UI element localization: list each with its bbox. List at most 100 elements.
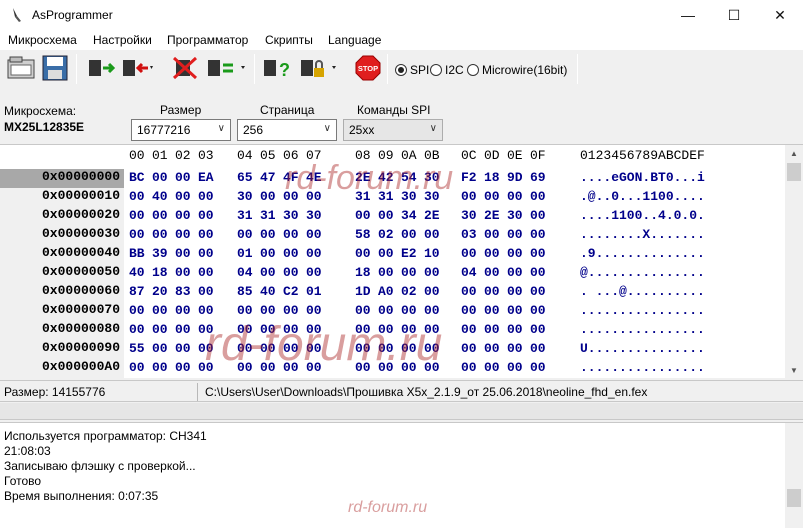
hex-byte[interactable]: 00 xyxy=(175,265,191,280)
hex-byte[interactable]: 00 xyxy=(283,246,299,261)
menu-language[interactable]: Language xyxy=(328,33,381,47)
hex-byte[interactable]: 00 xyxy=(507,227,523,242)
scroll-thumb[interactable] xyxy=(787,489,801,507)
hex-byte[interactable]: 00 xyxy=(530,322,546,337)
hex-byte[interactable]: 00 xyxy=(283,303,299,318)
hex-byte[interactable]: 00 xyxy=(175,360,191,375)
spi-radio[interactable]: SPI xyxy=(395,63,429,77)
hex-byte[interactable]: 00 xyxy=(461,303,477,318)
hex-byte[interactable]: 00 xyxy=(198,246,214,261)
hex-byte[interactable]: 01 xyxy=(237,246,253,261)
hex-byte[interactable]: 00 xyxy=(129,208,145,223)
hex-byte[interactable]: 00 xyxy=(152,227,168,242)
hex-byte[interactable]: E2 xyxy=(401,246,417,261)
hex-byte[interactable]: 00 xyxy=(175,208,191,223)
hex-byte[interactable]: 00 xyxy=(175,322,191,337)
hex-byte[interactable]: 00 xyxy=(530,284,546,299)
erase-chip-icon[interactable] xyxy=(170,54,200,82)
hex-byte[interactable]: 00 xyxy=(424,227,440,242)
hex-byte[interactable]: 00 xyxy=(355,303,371,318)
hex-byte[interactable]: 00 xyxy=(461,360,477,375)
hex-byte[interactable]: 65 xyxy=(237,170,253,185)
hex-byte[interactable]: 00 xyxy=(484,265,500,280)
hex-byte[interactable]: 00 xyxy=(306,303,322,318)
hex-byte[interactable]: EA xyxy=(198,170,214,185)
hex-byte[interactable]: 58 xyxy=(355,227,371,242)
hex-row-ascii[interactable]: ....1100..4.0.0. xyxy=(580,208,705,223)
hex-byte[interactable]: 69 xyxy=(530,170,546,185)
menu-chip[interactable]: Микросхема xyxy=(8,33,77,47)
hex-byte[interactable]: BC xyxy=(129,170,145,185)
microwire-radio[interactable]: Microwire(16bit) xyxy=(467,63,567,77)
hex-byte[interactable]: 00 xyxy=(129,322,145,337)
hex-byte[interactable]: 00 xyxy=(507,341,523,356)
hex-byte[interactable]: 00 xyxy=(152,303,168,318)
hex-row[interactable]: 0x00000050 40 18 00 00 04 00 00 00 18 00 00 00 04 00 00… xyxy=(0,264,785,283)
menu-scripts[interactable]: Скрипты xyxy=(265,33,313,47)
hex-byte[interactable]: 30 xyxy=(461,208,477,223)
hex-byte[interactable]: 00 xyxy=(237,303,253,318)
hex-row-ascii[interactable]: @............... xyxy=(580,265,705,280)
hex-byte[interactable]: 40 xyxy=(152,189,168,204)
hex-byte[interactable]: 00 xyxy=(378,265,394,280)
hex-byte[interactable]: 9D xyxy=(507,170,523,185)
hex-byte[interactable]: 00 xyxy=(306,246,322,261)
hex-byte[interactable]: 00 xyxy=(424,284,440,299)
hex-byte[interactable]: 00 xyxy=(401,265,417,280)
hex-byte[interactable]: 04 xyxy=(237,265,253,280)
hex-byte[interactable]: 02 xyxy=(401,284,417,299)
hex-byte[interactable]: 85 xyxy=(237,284,253,299)
hex-byte[interactable]: 00 xyxy=(507,322,523,337)
hex-byte[interactable]: 00 xyxy=(378,246,394,261)
hex-byte[interactable]: 00 xyxy=(484,227,500,242)
hex-byte[interactable]: 00 xyxy=(401,303,417,318)
scroll-thumb[interactable] xyxy=(787,163,801,181)
hex-byte[interactable]: 00 xyxy=(355,208,371,223)
hex-byte[interactable]: 00 xyxy=(484,189,500,204)
scroll-down-icon[interactable]: ▼ xyxy=(785,362,803,379)
hex-byte[interactable]: C2 xyxy=(283,284,299,299)
read-chip-icon[interactable] xyxy=(86,54,116,82)
hex-byte[interactable]: 00 xyxy=(260,227,276,242)
hex-byte[interactable]: 00 xyxy=(260,246,276,261)
hex-byte[interactable]: 1D xyxy=(355,284,371,299)
hex-byte[interactable]: 18 xyxy=(152,265,168,280)
page-combo[interactable]: 256 ∨ xyxy=(237,119,337,141)
hex-byte[interactable]: 20 xyxy=(152,284,168,299)
stop-icon[interactable]: STOP xyxy=(354,54,382,82)
hex-byte[interactable]: 00 xyxy=(129,227,145,242)
hex-byte[interactable]: 00 xyxy=(530,208,546,223)
hex-byte[interactable]: 01 xyxy=(306,284,322,299)
hex-byte[interactable]: 55 xyxy=(129,341,145,356)
hex-byte[interactable]: 00 xyxy=(260,303,276,318)
hex-byte[interactable]: 00 xyxy=(283,227,299,242)
hex-byte[interactable]: 00 xyxy=(507,284,523,299)
hex-byte[interactable]: 00 xyxy=(530,227,546,242)
hex-byte[interactable]: 00 xyxy=(401,227,417,242)
hex-byte[interactable]: 00 xyxy=(306,227,322,242)
hex-byte[interactable]: 00 xyxy=(152,360,168,375)
hex-byte[interactable]: 00 xyxy=(424,265,440,280)
hex-byte[interactable]: 00 xyxy=(461,284,477,299)
hex-row-ascii[interactable]: ................ xyxy=(580,303,705,318)
close-button[interactable]: ✕ xyxy=(757,0,803,30)
hex-byte[interactable]: 18 xyxy=(484,170,500,185)
hex-byte[interactable]: 00 xyxy=(175,227,191,242)
hex-byte[interactable]: 00 xyxy=(260,265,276,280)
hex-byte[interactable]: 00 xyxy=(484,284,500,299)
hex-byte[interactable]: 00 xyxy=(129,189,145,204)
hex-byte[interactable]: 00 xyxy=(461,246,477,261)
hex-byte[interactable]: 30 xyxy=(237,189,253,204)
hex-byte[interactable]: 00 xyxy=(237,227,253,242)
hex-byte[interactable]: 00 xyxy=(129,360,145,375)
i2c-radio[interactable]: I2C xyxy=(430,63,464,77)
hex-byte[interactable]: 00 xyxy=(306,265,322,280)
hex-byte[interactable]: BB xyxy=(129,246,145,261)
hex-byte[interactable]: 00 xyxy=(530,246,546,261)
hex-byte[interactable]: 00 xyxy=(198,303,214,318)
spi-commands-combo[interactable]: 25xx ∨ xyxy=(343,119,443,141)
hex-byte[interactable]: 03 xyxy=(461,227,477,242)
hex-row-ascii[interactable]: U............... xyxy=(580,341,705,356)
hex-byte[interactable]: 18 xyxy=(355,265,371,280)
hex-row-ascii[interactable]: ................ xyxy=(580,360,705,375)
